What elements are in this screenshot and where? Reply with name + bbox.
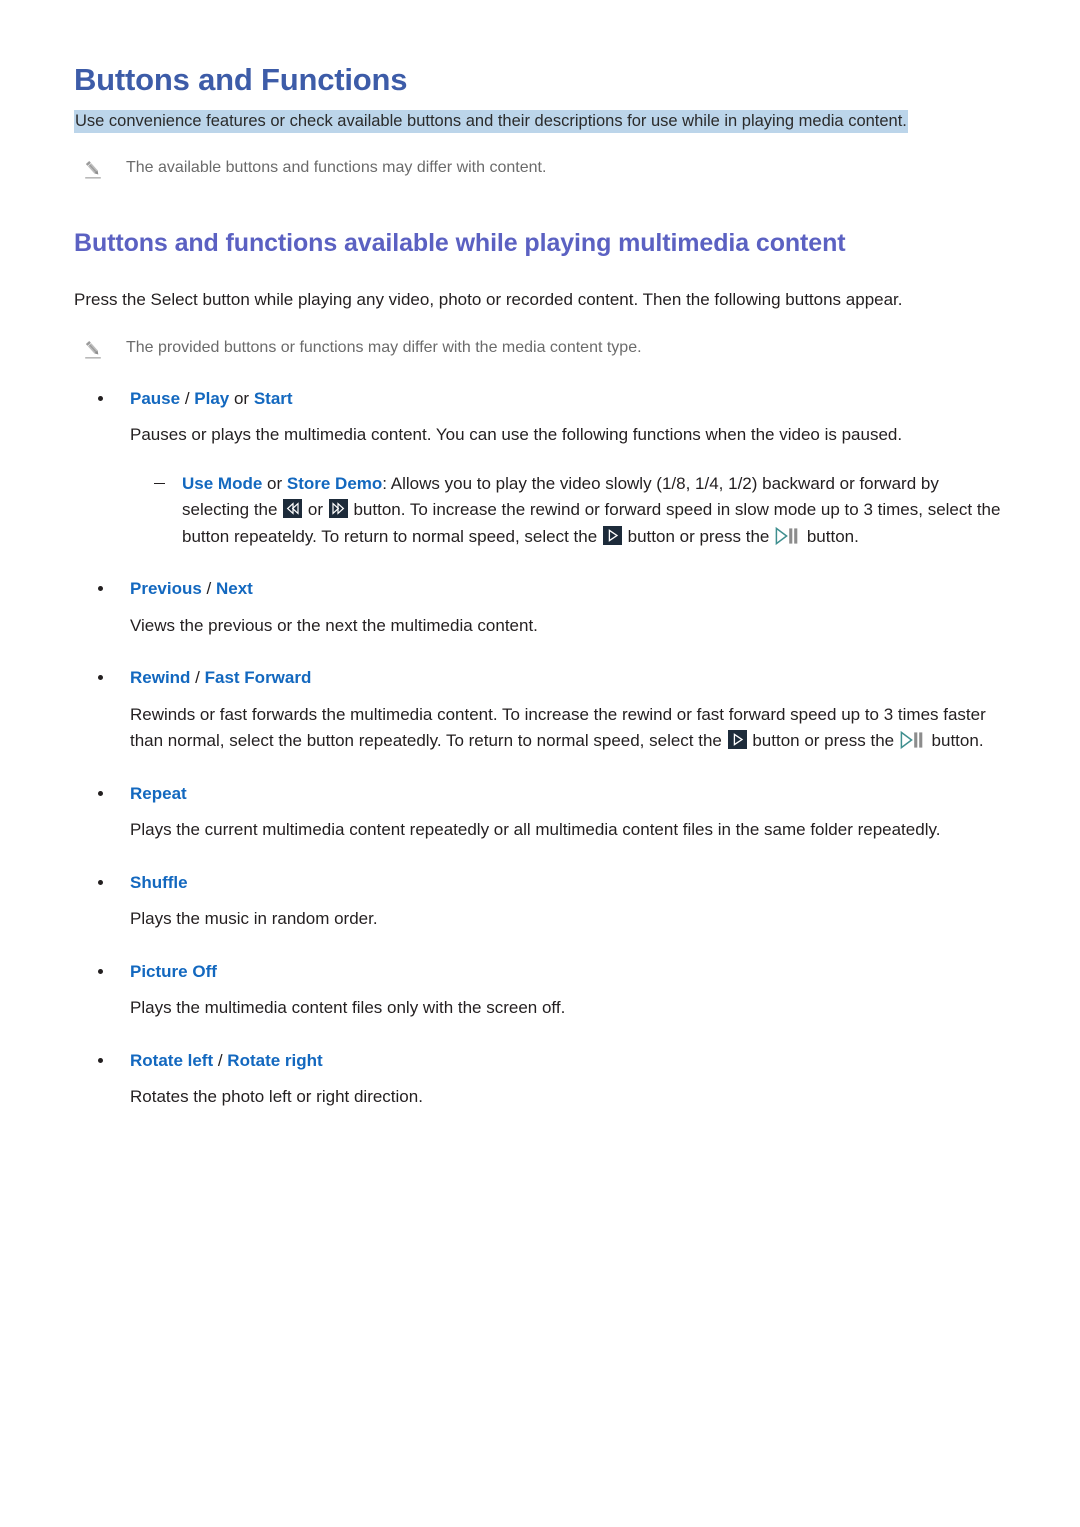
term-start[interactable]: Start bbox=[254, 389, 293, 408]
bullet-heading: Repeat bbox=[74, 781, 1006, 807]
bullet-body-text: Plays the multimedia content files only … bbox=[130, 998, 566, 1018]
bullet-heading: Shuffle bbox=[74, 870, 1006, 896]
sub-text-b: or bbox=[303, 500, 328, 520]
term-play[interactable]: Play bbox=[194, 389, 229, 408]
term-rotate-left[interactable]: Rotate left bbox=[130, 1051, 213, 1070]
term-shuffle[interactable]: Shuffle bbox=[130, 873, 188, 892]
bullet-block-repeat: Repeat Plays the current multimedia cont… bbox=[74, 781, 1006, 844]
bullet-body-text: Views the previous or the next the multi… bbox=[130, 615, 538, 635]
bullet-block-shuffle: Shuffle Plays the music in random order. bbox=[74, 870, 1006, 933]
bullet-block-rotate: Rotate left / Rotate right Rotates the p… bbox=[74, 1048, 1006, 1111]
sub-bullet-dash-icon bbox=[154, 482, 165, 485]
note-row-top: The available buttons and functions may … bbox=[82, 156, 1006, 180]
bullet-heading: Picture Off bbox=[74, 959, 1006, 985]
term-joiner: or bbox=[229, 388, 254, 408]
section-intro-paragraph: Press the Select button while playing an… bbox=[74, 290, 903, 310]
sub-text-d: button or press the bbox=[622, 526, 775, 546]
bullet-dot-icon bbox=[98, 879, 103, 885]
bullet-body-text: Pauses or plays the multimedia content. … bbox=[130, 425, 903, 445]
body-text-b: button or press the bbox=[747, 731, 899, 751]
term-separator: / bbox=[201, 579, 216, 599]
term-previous[interactable]: Previous bbox=[130, 579, 202, 598]
note-text-top: The available buttons and functions may … bbox=[126, 159, 547, 177]
bullet-heading: Pause / Play or Start bbox=[74, 386, 1006, 412]
page-title: Buttons and Functions bbox=[74, 62, 408, 97]
document-page: Buttons and Functions Use convenience fe… bbox=[0, 0, 1080, 1527]
bullet-dot-icon bbox=[98, 395, 103, 401]
bullet-block-picture-off: Picture Off Plays the multimedia content… bbox=[74, 959, 1006, 1022]
bullet-body-text: Plays the current multimedia content rep… bbox=[130, 820, 941, 840]
bullet-dot-icon bbox=[98, 586, 103, 592]
bullet-block-pause-play-start: Pause / Play or Start Pauses or plays th… bbox=[74, 386, 1006, 551]
fast-forward-key-icon[interactable] bbox=[328, 499, 348, 519]
bullet-dot-icon bbox=[98, 968, 103, 974]
bullet-block-rewind-fast-forward: Rewind / Fast Forward Rewinds or fast fo… bbox=[74, 665, 1006, 755]
term-picture-off[interactable]: Picture Off bbox=[130, 962, 217, 981]
sub-bullet-use-mode: Use Mode or Store Demo: Allows you to pl… bbox=[74, 471, 1006, 551]
bullet-heading: Rewind / Fast Forward bbox=[74, 665, 1006, 691]
term-repeat[interactable]: Repeat bbox=[130, 784, 187, 803]
page-subtitle: Use convenience features or check availa… bbox=[74, 109, 908, 133]
play-key-icon[interactable] bbox=[602, 525, 622, 545]
bullet-dot-icon bbox=[98, 1057, 103, 1063]
pencil-icon bbox=[82, 338, 104, 360]
bullet-heading: Rotate left / Rotate right bbox=[74, 1048, 1006, 1074]
bullet-block-previous-next: Previous / Next Views the previous or th… bbox=[74, 576, 1006, 639]
term-rotate-right[interactable]: Rotate right bbox=[227, 1051, 322, 1070]
term-store-demo[interactable]: Store Demo bbox=[287, 474, 382, 493]
term-separator: / bbox=[180, 388, 195, 408]
pencil-icon bbox=[82, 158, 104, 180]
note-row-section: The provided buttons or functions may di… bbox=[82, 336, 1006, 360]
bullet-body-text: Plays the music in random order. bbox=[130, 909, 378, 929]
term-joiner: or bbox=[262, 473, 287, 493]
term-pause[interactable]: Pause bbox=[130, 389, 180, 408]
sub-text-e: button. bbox=[802, 526, 859, 546]
term-fast-forward[interactable]: Fast Forward bbox=[205, 668, 312, 687]
rewind-key-icon[interactable] bbox=[283, 499, 303, 519]
bullet-body-text: Rewinds or fast forwards the multimedia … bbox=[74, 702, 1006, 755]
body-text-c: button. bbox=[926, 731, 984, 751]
play-key-icon[interactable] bbox=[727, 730, 747, 750]
term-rewind[interactable]: Rewind bbox=[130, 668, 190, 687]
note-text-section: The provided buttons or functions may di… bbox=[126, 338, 642, 356]
term-use-mode[interactable]: Use Mode bbox=[182, 474, 262, 493]
section-heading: Buttons and functions available while pl… bbox=[74, 229, 846, 258]
page-content: Buttons and Functions Use convenience fe… bbox=[74, 62, 1006, 1111]
term-separator: / bbox=[190, 668, 205, 688]
play-pause-key-icon[interactable] bbox=[775, 526, 801, 546]
bullet-dot-icon bbox=[98, 790, 103, 796]
term-next[interactable]: Next bbox=[216, 579, 253, 598]
bullet-body-text: Rotates the photo left or right directio… bbox=[130, 1087, 423, 1107]
bullet-dot-icon bbox=[98, 675, 103, 681]
play-pause-key-icon[interactable] bbox=[900, 730, 926, 750]
subtitle-highlight-wrapper: Use convenience features or check availa… bbox=[74, 109, 1006, 135]
term-separator: / bbox=[213, 1050, 228, 1070]
bullet-heading: Previous / Next bbox=[74, 576, 1006, 602]
